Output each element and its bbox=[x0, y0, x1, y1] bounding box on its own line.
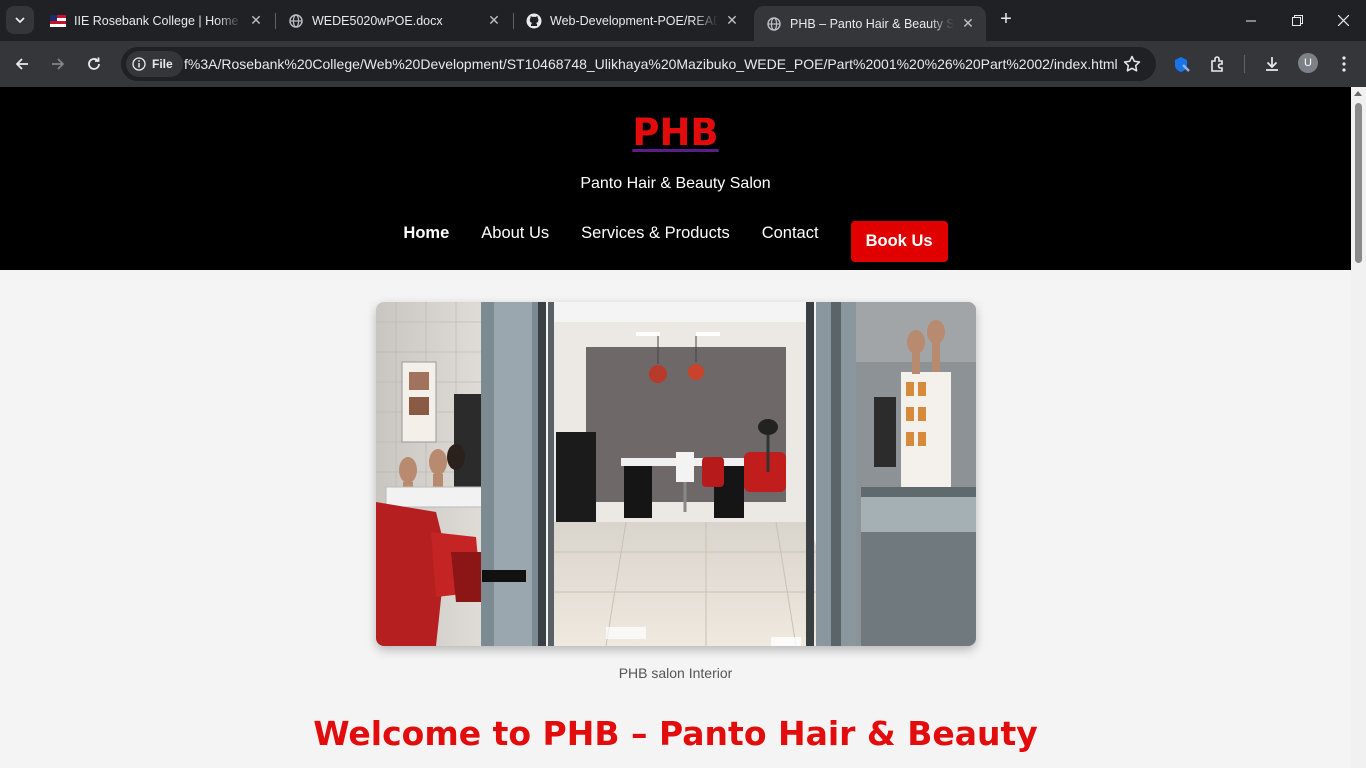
close-window-button[interactable] bbox=[1320, 0, 1366, 41]
reload-icon bbox=[88, 57, 100, 70]
salon-interior-illustration bbox=[376, 302, 976, 646]
nav-services-products[interactable]: Services & Products bbox=[581, 224, 730, 243]
tab-close-icon[interactable]: ✕ bbox=[724, 12, 740, 29]
site-logo: PHB bbox=[0, 111, 1351, 154]
nav-home[interactable]: Home bbox=[403, 224, 449, 243]
bookmark-star-icon[interactable] bbox=[1122, 54, 1142, 74]
nav-contact[interactable]: Contact bbox=[762, 224, 819, 243]
nav-about-us[interactable]: About Us bbox=[481, 224, 549, 243]
restore-icon bbox=[1291, 15, 1303, 26]
minimize-button[interactable] bbox=[1228, 0, 1274, 41]
tab-title: Web-Development-POE/READM bbox=[550, 13, 718, 28]
site-info-chip[interactable]: File bbox=[126, 51, 183, 77]
reload-button[interactable] bbox=[80, 50, 108, 78]
scroll-up-arrow-icon[interactable] bbox=[1354, 91, 1362, 96]
tab-title: WEDE5020wPOE.docx bbox=[312, 13, 443, 28]
main-nav: Home About Us Services & Products Contac… bbox=[0, 213, 1351, 262]
logo-link[interactable]: PHB bbox=[632, 111, 718, 154]
chip-label: File bbox=[152, 57, 173, 71]
minimize-icon bbox=[1246, 20, 1256, 21]
tab-iie-rosebank[interactable]: IIE Rosebank College | Home - I ✕ bbox=[38, 0, 274, 41]
salon-interior-image bbox=[376, 302, 976, 646]
new-tab-button[interactable]: + bbox=[994, 8, 1018, 32]
arrow-right-icon bbox=[52, 58, 65, 70]
tab-title: PHB – Panto Hair & Beauty Salo bbox=[790, 16, 954, 31]
tab-title: IIE Rosebank College | Home - I bbox=[74, 13, 242, 28]
profile-avatar[interactable]: U bbox=[1298, 53, 1318, 73]
site-tagline: Panto Hair & Beauty Salon bbox=[580, 175, 771, 192]
url-text[interactable]: f%3A/Rosebank%20College/Web%20Developmen… bbox=[184, 47, 1118, 81]
book-us-button[interactable]: Book Us bbox=[850, 221, 948, 262]
hero-caption: PHB salon Interior bbox=[618, 665, 733, 681]
extensions-puzzle-icon[interactable] bbox=[1206, 52, 1230, 76]
forward-button[interactable] bbox=[44, 50, 72, 78]
kebab-menu-icon[interactable] bbox=[1332, 52, 1356, 76]
arrow-left-icon bbox=[15, 58, 28, 70]
browser-toolbar: File f%3A/Rosebank%20College/Web%20Devel… bbox=[0, 41, 1366, 87]
extension-shield-icon[interactable] bbox=[1170, 52, 1194, 76]
tab-phb-active[interactable]: PHB – Panto Hair & Beauty Salo ✕ bbox=[754, 6, 986, 41]
iie-flag-icon bbox=[50, 13, 66, 29]
welcome-heading: Welcome to PHB – Panto Hair & Beauty bbox=[313, 714, 1038, 753]
address-bar[interactable]: File f%3A/Rosebank%20College/Web%20Devel… bbox=[121, 47, 1156, 81]
tab-close-icon[interactable]: ✕ bbox=[960, 15, 976, 32]
globe-icon bbox=[288, 13, 304, 29]
tab-search-button[interactable] bbox=[6, 6, 34, 34]
tab-close-icon[interactable]: ✕ bbox=[248, 12, 264, 29]
tab-close-icon[interactable]: ✕ bbox=[486, 12, 502, 29]
restore-button[interactable] bbox=[1274, 0, 1320, 41]
tab-strip: IIE Rosebank College | Home - I ✕ WEDE50… bbox=[0, 0, 1366, 41]
info-icon bbox=[132, 57, 146, 71]
tab-wede-docx[interactable]: WEDE5020wPOE.docx ✕ bbox=[276, 0, 512, 41]
close-icon bbox=[1337, 15, 1349, 26]
download-icon[interactable] bbox=[1260, 52, 1284, 76]
chevron-down-icon bbox=[15, 17, 25, 24]
page-scrollbar[interactable] bbox=[1351, 87, 1366, 768]
back-button[interactable] bbox=[8, 50, 36, 78]
scrollbar-thumb[interactable] bbox=[1355, 103, 1362, 263]
page-viewport: PHB Panto Hair & Beauty Salon Home About… bbox=[0, 87, 1351, 768]
site-header: PHB Panto Hair & Beauty Salon Home About… bbox=[0, 87, 1351, 270]
tab-github-readme[interactable]: Web-Development-POE/READM ✕ bbox=[514, 0, 750, 41]
github-icon bbox=[526, 13, 542, 29]
globe-icon bbox=[766, 16, 782, 32]
